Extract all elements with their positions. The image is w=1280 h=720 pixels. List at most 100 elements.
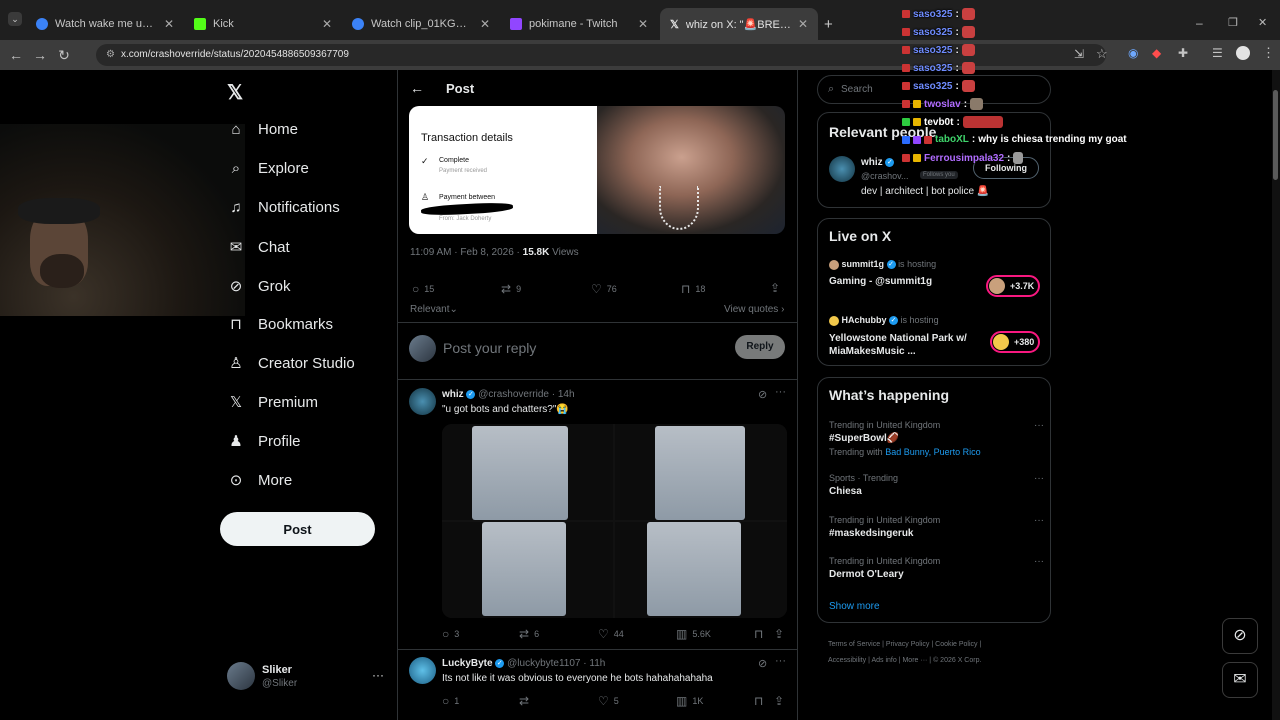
restore-icon[interactable]: ❐ bbox=[1228, 16, 1238, 29]
share-button[interactable]: ⇪ bbox=[774, 627, 784, 641]
install-icon[interactable]: ⇲ bbox=[1074, 47, 1084, 61]
sidebar-item-explore[interactable]: ⌕ Explore bbox=[228, 160, 309, 177]
repost-button[interactable]: ⇄ bbox=[519, 694, 529, 708]
search-input[interactable]: Search bbox=[841, 84, 873, 95]
star-icon[interactable]: ☆ bbox=[1096, 46, 1108, 62]
grok-float-icon[interactable]: ⊘ bbox=[1222, 618, 1258, 654]
sidebar-icon[interactable]: ☰ bbox=[1212, 46, 1223, 60]
browser-tab[interactable]: pokimane - Twitch ✕ bbox=[500, 8, 658, 40]
live-host[interactable]: summit1g ✓ is hosting bbox=[829, 259, 936, 270]
more-dots-icon[interactable]: ··· bbox=[1034, 473, 1044, 484]
forward-icon[interactable]: → bbox=[28, 47, 52, 63]
reply-button[interactable]: ○ 1 bbox=[442, 694, 459, 708]
repost-button[interactable]: ⇄ 9 bbox=[501, 282, 521, 296]
live-title[interactable]: Gaming - @summit1g bbox=[829, 276, 932, 287]
close-tab-icon[interactable]: ✕ bbox=[638, 17, 648, 31]
reply-submit-button[interactable]: Reply bbox=[735, 335, 785, 359]
more-dots-icon[interactable]: ··· bbox=[775, 655, 786, 667]
trend-item[interactable]: Trending in United Kingdom #maskedsinger… bbox=[829, 515, 1044, 539]
menu-kebab-icon[interactable]: ⋮ bbox=[1262, 45, 1275, 61]
chain-necklace bbox=[659, 186, 699, 230]
messages-float-icon[interactable]: ✉ bbox=[1222, 662, 1258, 698]
reply-button[interactable]: ○ 15 bbox=[412, 282, 434, 296]
like-button[interactable]: ♡ 76 bbox=[591, 282, 617, 296]
trend-item[interactable]: Trending in United Kingdom Dermot O'Lear… bbox=[829, 556, 1044, 580]
footer-link[interactable]: Cookie Policy bbox=[935, 641, 977, 648]
like-button[interactable]: ♡ 44 bbox=[598, 627, 624, 641]
reply-button[interactable]: ○ 3 bbox=[442, 627, 459, 641]
live-listeners[interactable]: +3.7K bbox=[986, 275, 1040, 297]
show-more-link[interactable]: Show more bbox=[829, 601, 880, 612]
more-dots-icon[interactable]: ··· bbox=[1034, 515, 1044, 526]
footer-link[interactable]: Terms of Service bbox=[828, 641, 880, 648]
bookmark-button[interactable]: ⊓ bbox=[754, 694, 763, 708]
browser-tab-active[interactable]: 𝕏 whiz on X: "🚨BREAKING: Jack ✕ bbox=[660, 8, 818, 40]
sidebar-item-creator-studio[interactable]: ♙ Creator Studio bbox=[228, 354, 354, 373]
transaction-image[interactable]: Transaction details ✓ Complete Payment r… bbox=[409, 106, 597, 234]
sidebar-item-bookmarks[interactable]: ⊓ Bookmarks bbox=[228, 315, 333, 334]
view-quotes-link[interactable]: View quotes › bbox=[724, 304, 784, 315]
live-host[interactable]: HAchubby ✓ is hosting bbox=[829, 315, 939, 326]
photo-image[interactable] bbox=[597, 106, 785, 234]
emote-icon bbox=[1013, 152, 1024, 164]
trend-item[interactable]: Trending in United Kingdom #SuperBowl🏈 T… bbox=[829, 420, 1044, 457]
reload-icon[interactable]: ↻ bbox=[52, 47, 76, 64]
trend-item[interactable]: Sports · Trending Chiesa ··· bbox=[829, 473, 1044, 497]
bookmark-button[interactable]: ⊓ bbox=[754, 627, 763, 641]
repost-button[interactable]: ⇄ 6 bbox=[519, 627, 539, 641]
more-dots-icon[interactable]: ··· bbox=[775, 386, 786, 398]
footer-link[interactable]: More ··· bbox=[902, 657, 927, 664]
close-tab-icon[interactable]: ✕ bbox=[798, 17, 808, 31]
live-listeners[interactable]: +380 bbox=[990, 331, 1040, 353]
footer-link[interactable]: Accessibility bbox=[828, 657, 866, 664]
sidebar-item-profile[interactable]: ♟ Profile bbox=[228, 432, 300, 451]
views-button[interactable]: ▥ 1K bbox=[676, 694, 703, 708]
like-button[interactable]: ♡ 5 bbox=[598, 694, 619, 708]
more-dots-icon[interactable]: ··· bbox=[1034, 556, 1044, 567]
sidebar-item-grok[interactable]: ⊘ Grok bbox=[228, 277, 291, 296]
extension-icon[interactable]: ◆ bbox=[1152, 46, 1161, 60]
tab-search-icon[interactable]: ⌄ bbox=[8, 12, 22, 26]
sidebar-item-more[interactable]: ⊙ More bbox=[228, 471, 292, 490]
back-icon[interactable]: ← bbox=[4, 47, 28, 63]
site-info-icon[interactable]: ⚙ bbox=[106, 49, 115, 60]
share-button[interactable]: ⇪ bbox=[774, 694, 784, 708]
profile-avatar-icon[interactable] bbox=[1236, 46, 1250, 60]
close-tab-icon[interactable]: ✕ bbox=[322, 17, 332, 31]
person-name[interactable]: whiz ✓ bbox=[861, 157, 895, 168]
more-dots-icon[interactable]: ··· bbox=[1034, 420, 1044, 431]
chat-badge-icon bbox=[902, 46, 910, 54]
share-button[interactable]: ⇪ bbox=[770, 281, 780, 295]
footer-link[interactable]: Ads info bbox=[871, 657, 896, 664]
chat-screenshots-grid[interactable] bbox=[442, 424, 787, 618]
live-title[interactable]: Yellowstone National Park w/ MiaMakesMus… bbox=[829, 332, 979, 358]
more-dots-icon[interactable]: ··· bbox=[372, 668, 384, 682]
new-tab-icon[interactable]: + bbox=[824, 16, 833, 33]
sidebar-item-chat[interactable]: ✉ Chat bbox=[228, 238, 290, 257]
browser-tab[interactable]: Kick ✕ bbox=[184, 8, 342, 40]
minimize-icon[interactable]: – bbox=[1196, 16, 1203, 30]
grok-icon[interactable]: ⊘ bbox=[758, 657, 767, 670]
close-tab-icon[interactable]: ✕ bbox=[480, 17, 490, 31]
x-logo-icon[interactable]: 𝕏 bbox=[227, 80, 243, 105]
back-arrow-icon[interactable]: ← bbox=[410, 80, 424, 96]
close-tab-icon[interactable]: ✕ bbox=[164, 17, 174, 31]
sort-dropdown[interactable]: Relevant⌄ bbox=[410, 304, 458, 315]
browser-tab[interactable]: Watch clip_01KGZXF88PWCDF ✕ bbox=[342, 8, 500, 40]
footer-link[interactable]: Privacy Policy bbox=[886, 641, 930, 648]
puzzle-icon[interactable]: ✚ bbox=[1178, 46, 1188, 60]
browser-tab[interactable]: Watch wake me up | Streamabl ✕ bbox=[26, 8, 184, 40]
account-switcher[interactable]: Sliker @Sliker ··· bbox=[227, 662, 387, 692]
sidebar-item-notifications[interactable]: ♫ Notifications bbox=[228, 199, 339, 216]
reply-input[interactable]: Post your reply bbox=[443, 340, 536, 356]
post-button[interactable]: Post bbox=[220, 512, 375, 546]
sidebar-item-premium[interactable]: 𝕏 Premium bbox=[228, 393, 318, 412]
sidebar-item-home[interactable]: ⌂ Home bbox=[228, 121, 298, 138]
extension-icon[interactable]: ◉ bbox=[1128, 46, 1138, 60]
bookmark-button[interactable]: ⊓ 18 bbox=[681, 282, 705, 296]
scrollbar[interactable] bbox=[1272, 70, 1280, 720]
views-button[interactable]: ▥ 5.6K bbox=[676, 627, 711, 641]
scrollbar-thumb[interactable] bbox=[1273, 90, 1278, 180]
window-close-icon[interactable]: ✕ bbox=[1258, 16, 1267, 29]
grok-icon[interactable]: ⊘ bbox=[758, 388, 767, 401]
